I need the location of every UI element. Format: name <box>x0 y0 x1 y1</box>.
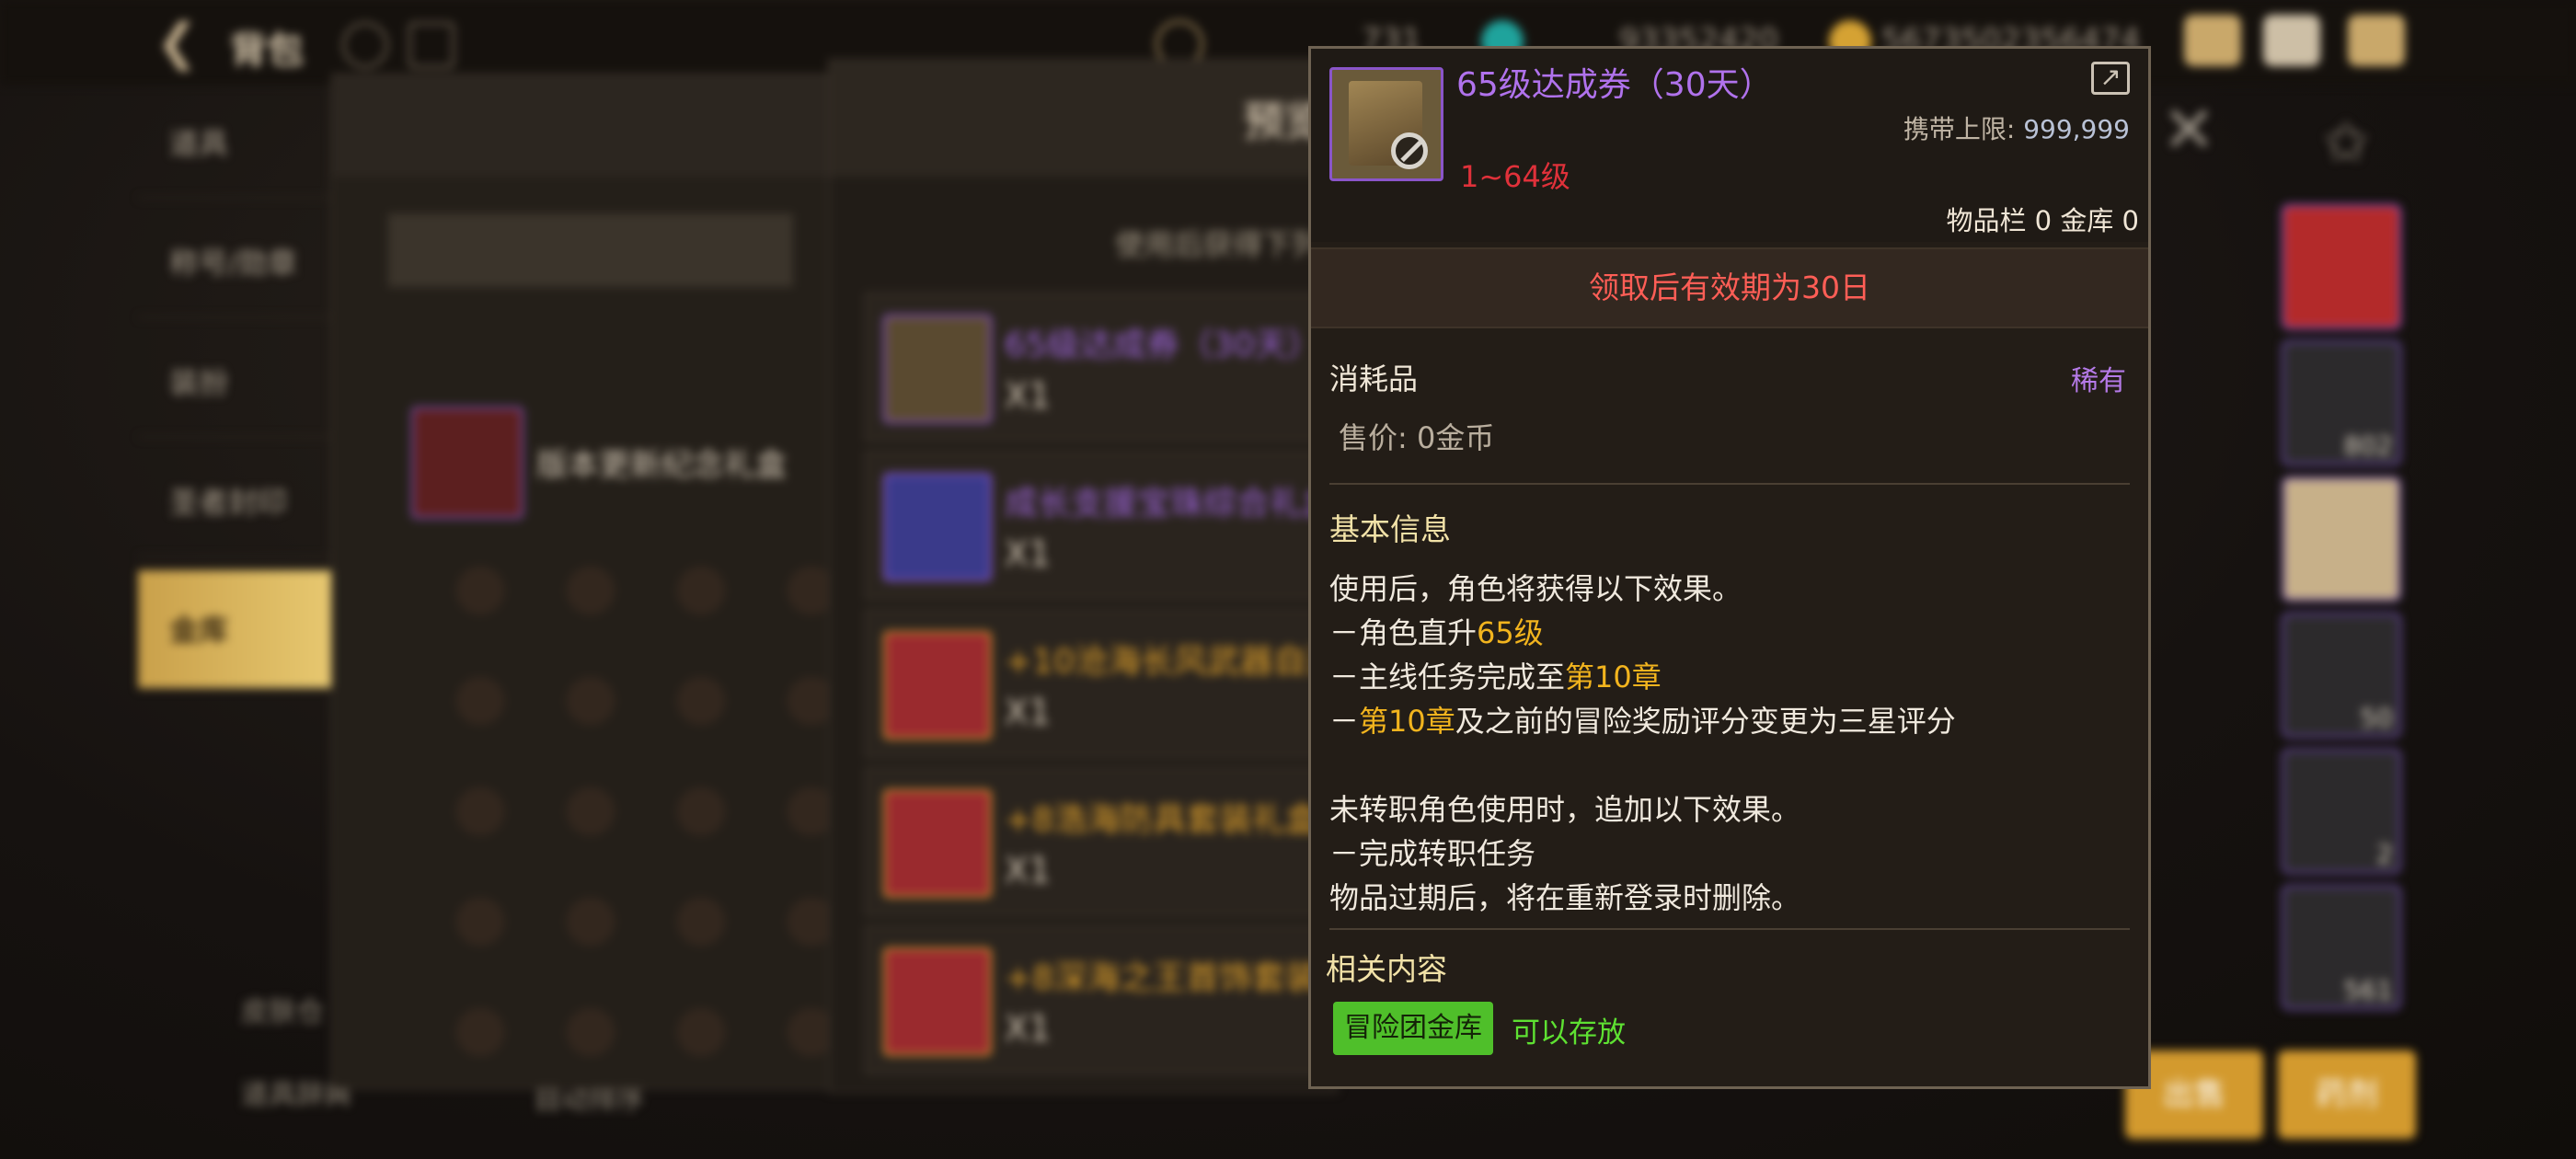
accessory-box-icon <box>883 947 992 1056</box>
inventory-slot[interactable] <box>2282 204 2401 329</box>
effect-line-1: －角色直升65级 <box>1329 615 1544 650</box>
unadvanced-effect: －完成转职任务 <box>1329 836 1536 871</box>
carry-limit-label: 携带上限: <box>1903 114 2016 144</box>
item-tooltip: 65级达成券（30天） ↗ 携带上限: 999,999 1~64级 物品栏 0 … <box>1308 46 2151 1089</box>
no-trade-icon <box>1391 132 1428 169</box>
reward-row[interactable]: 成长支援宝珠综合礼盒 X1 <box>865 451 1336 600</box>
close-icon[interactable]: ✕ <box>2162 92 2216 167</box>
reward-qty: X1 <box>1005 1008 1052 1049</box>
reward-qty: X1 <box>1005 375 1052 416</box>
inventory-slot[interactable]: 50 <box>2282 613 2401 738</box>
item-title: 65级达成券（30天） <box>1456 66 1773 104</box>
ticket-icon <box>1329 67 1443 181</box>
basic-info-title: 基本信息 <box>1329 511 1451 547</box>
reward-qty: X1 <box>1005 534 1052 574</box>
sidebar-item-vault[interactable]: 金库 <box>138 570 331 690</box>
gift-box-label: 版本更新纪念礼盒 <box>536 447 787 484</box>
carry-limit: 携带上限: 999,999 <box>1903 109 2130 146</box>
reward-name: +8浩海防具套装礼盒 <box>1005 801 1319 839</box>
reward-row[interactable]: +8浩海防具套装礼盒 X1 <box>865 767 1328 916</box>
gift-box-icon <box>411 407 523 519</box>
skin-storage-link[interactable]: 皮肤仓 <box>241 989 324 1029</box>
effect-line-2: －主线任务完成至第10章 <box>1329 660 1662 694</box>
mail-icon[interactable] <box>2263 15 2320 66</box>
gift-list-panel: 版本更新纪念礼盒 <box>331 74 850 1089</box>
help-icon[interactable] <box>342 22 388 68</box>
ticket-icon <box>883 315 992 423</box>
reward-name: +10沧海长风武器自选 <box>1005 643 1340 681</box>
reward-qty: X1 <box>1005 850 1052 890</box>
sidebar-item-items[interactable]: 道具 <box>138 88 331 199</box>
treasure-box-icon <box>883 473 992 581</box>
faded-item-grid <box>425 535 839 1087</box>
carry-limit-value: 999,999 <box>2023 114 2130 144</box>
reward-row[interactable]: +8深海之王首饰套装 X1 <box>865 925 1328 1074</box>
reward-row[interactable]: 65级达成券（30天） X1 <box>865 293 1328 442</box>
inventory-slot[interactable]: 802 <box>2282 340 2401 465</box>
inventory-slot[interactable]: 2 <box>2282 749 2401 874</box>
star-icon[interactable]: ✩ <box>2323 110 2369 175</box>
divider <box>1329 928 2130 930</box>
armor-box-icon <box>883 789 992 898</box>
sidebar-item-seal[interactable]: 圣者封印 <box>138 447 331 557</box>
vault-status: 可以存放 <box>1512 1016 1626 1050</box>
related-title: 相关内容 <box>1326 951 1447 987</box>
chat-icon[interactable] <box>2348 15 2405 66</box>
divider <box>1329 483 2130 485</box>
reward-name: 成长支援宝珠综合礼盒 <box>1005 485 1337 522</box>
item-rarity: 稀有 <box>2071 365 2126 397</box>
unadvanced-intro: 未转职角色使用时，追加以下效果。 <box>1329 792 1801 827</box>
potion-button[interactable]: 药剂 <box>2278 1050 2416 1139</box>
reward-name: 65级达成券（30天） <box>1005 327 1321 364</box>
vault-badge: 冒险团金库 <box>1333 1002 1493 1055</box>
tooltip-header: 65级达成券（30天） ↗ 携带上限: 999,999 1~64级 物品栏 0 … <box>1311 49 2148 242</box>
arrow-left-icon[interactable]: ❮ <box>156 17 212 68</box>
description-intro: 使用后，角色将获得以下效果。 <box>1329 571 1742 606</box>
bag-icon[interactable] <box>2184 15 2241 66</box>
expire-note: 物品过期后，将在重新登录时删除。 <box>1329 880 1801 915</box>
sidebar-item-titles[interactable]: 称号/勋章 <box>138 208 331 318</box>
sell-price: 售价: 0金币 <box>1339 420 1495 455</box>
inventory-slot[interactable]: 561 <box>2282 885 2401 1010</box>
inventory-slot[interactable] <box>2282 476 2401 602</box>
expiry-text: 领取后有效期为30日 <box>1589 270 1870 305</box>
reward-qty: X1 <box>1005 692 1052 732</box>
reward-name: +8深海之王首饰套装 <box>1005 959 1319 997</box>
item-category: 消耗品 <box>1329 361 1419 396</box>
share-icon[interactable]: ↗ <box>2091 62 2130 95</box>
effect-line-3: －第10章及之前的冒险奖励评分变更为三星评分 <box>1329 704 1956 739</box>
inventory-background: ❮ 背包 731 93352420 5673502356474 道具 称号/勋章… <box>0 0 2576 1159</box>
weapon-box-icon <box>883 631 992 740</box>
calendar-icon[interactable] <box>408 22 454 68</box>
level-range: 1~64级 <box>1460 159 1570 194</box>
page-title: 背包 <box>230 29 304 72</box>
reward-row[interactable]: +10沧海长风武器自选 X1 <box>865 609 1340 758</box>
stock-count: 物品栏 0 金库 0 <box>1946 205 2139 236</box>
expiry-bar: 领取后有效期为30日 <box>1311 247 2148 328</box>
preview-subtitle: 使用后获得下列 <box>1115 227 1322 262</box>
sidebar-item-costume[interactable]: 装扮 <box>138 327 331 438</box>
